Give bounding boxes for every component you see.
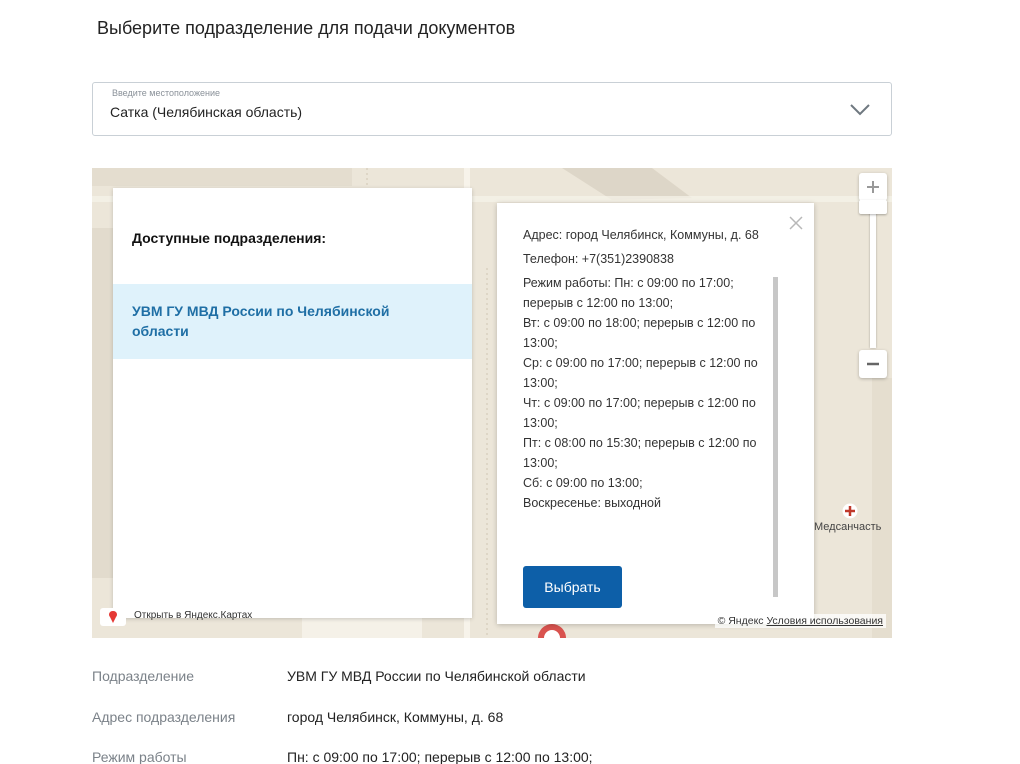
- detail-row: Адрес подразделения город Челябинск, Ком…: [92, 709, 992, 731]
- detail-value: город Челябинск, Коммуны, д. 68: [287, 709, 504, 725]
- hours-line: Пт: с 08:00 по 15:30; перерыв с 12:00 по…: [523, 436, 757, 470]
- detail-value: Пн: с 09:00 по 17:00; перерыв с 12:00 по…: [287, 749, 593, 764]
- departments-list-panel: Доступные подразделения: УВМ ГУ МВД Росс…: [113, 188, 472, 618]
- copyright-text: © Яндекс: [717, 615, 764, 627]
- zoom-slider-handle[interactable]: [859, 200, 887, 214]
- info-address: Адрес: город Челябинск, Коммуны, д. 68: [523, 228, 759, 242]
- department-info-popup: Адрес: город Челябинск, Коммуны, д. 68 Т…: [497, 203, 814, 624]
- detail-row: Подразделение УВМ ГУ МВД России по Челяб…: [92, 668, 992, 690]
- yandex-logo-icon: [100, 608, 126, 626]
- popup-scrollbar[interactable]: [773, 277, 778, 597]
- map[interactable]: Доступные подразделения: УВМ ГУ МВД Росс…: [92, 168, 892, 638]
- location-value: Сатка (Челябинская область): [110, 104, 303, 120]
- open-in-yandex-text: Открыть в Яндекс.Картах: [134, 610, 253, 621]
- detail-label: Режим работы: [92, 749, 187, 764]
- poi-label: Медсанчасть: [814, 521, 882, 533]
- hours-line: Воскресенье: выходной: [523, 496, 661, 510]
- detail-row: Режим работы Пн: с 09:00 по 17:00; перер…: [92, 749, 992, 764]
- page-title: Выберите подразделение для подачи докуме…: [97, 18, 516, 38]
- hours-line: Ср: с 09:00 по 17:00; перерыв с 12:00 по…: [523, 356, 758, 390]
- detail-label: Адрес подразделения: [92, 709, 236, 725]
- hours-line: Сб: с 09:00 по 13:00;: [523, 476, 643, 490]
- select-button[interactable]: Выбрать: [523, 566, 622, 608]
- terms-link[interactable]: Условия использования: [766, 615, 883, 627]
- chevron-down-icon[interactable]: [849, 101, 871, 117]
- info-phone: Телефон: +7(351)2390838: [523, 252, 674, 266]
- plus-icon: [867, 181, 879, 193]
- department-name: УВМ ГУ МВД России по Челябинской области: [132, 303, 390, 339]
- minus-icon: [867, 362, 879, 366]
- list-item[interactable]: УВМ ГУ МВД России по Челябинской области: [113, 284, 472, 359]
- info-text: Адрес: город Челябинск, Коммуны, д. 68 Т…: [523, 225, 773, 513]
- detail-label: Подразделение: [92, 668, 195, 684]
- map-copyright: © Яндекс Условия использования: [714, 614, 886, 628]
- hours-line: Вт: с 09:00 по 18:00; перерыв с 12:00 по…: [523, 316, 756, 350]
- departments-heading: Доступные подразделения:: [132, 230, 327, 246]
- zoom-out-button[interactable]: [859, 350, 887, 378]
- zoom-slider-track[interactable]: [870, 204, 876, 348]
- medical-cross-icon[interactable]: [842, 503, 858, 519]
- location-select[interactable]: Введите местоположение Сатка (Челябинска…: [92, 82, 892, 136]
- hours-line: Режим работы: Пн: с 09:00 по 17:00; пере…: [523, 276, 734, 310]
- info-hours: Режим работы: Пн: с 09:00 по 17:00; пере…: [523, 273, 773, 513]
- hours-line: Чт: с 09:00 по 17:00; перерыв с 12:00 по…: [523, 396, 756, 430]
- location-label: Введите местоположение: [112, 88, 220, 98]
- zoom-in-button[interactable]: [859, 173, 887, 201]
- detail-value: УВМ ГУ МВД России по Челябинской области: [287, 668, 586, 684]
- close-icon[interactable]: [788, 215, 804, 231]
